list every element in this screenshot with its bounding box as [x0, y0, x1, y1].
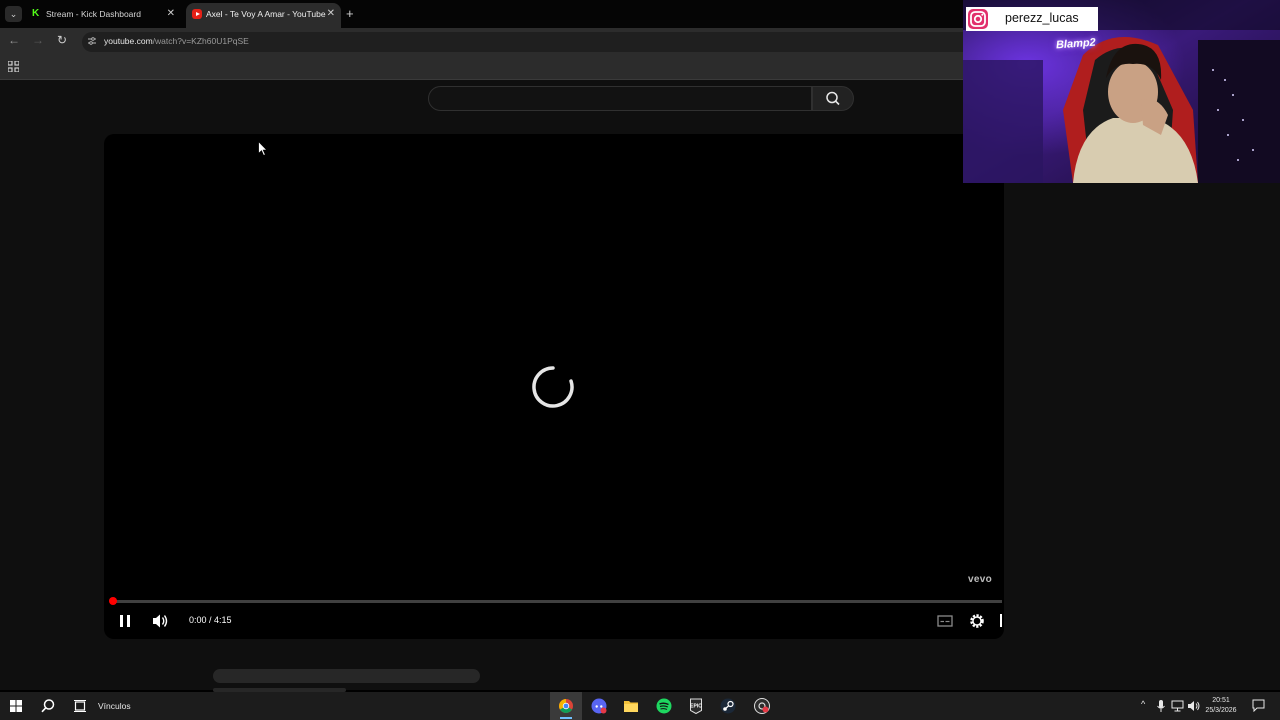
chrome-icon[interactable]: [557, 697, 575, 715]
close-tab-icon[interactable]: ✕: [167, 3, 175, 25]
time-display: 0:00 / 4:15: [189, 615, 232, 625]
subtitles-icon[interactable]: [936, 612, 954, 630]
steam-icon[interactable]: [719, 697, 737, 715]
title-placeholder: [213, 669, 480, 683]
new-tab-button[interactable]: +: [346, 6, 354, 21]
epic-games-icon[interactable]: EPIC: [687, 697, 705, 715]
site-info-icon[interactable]: [88, 37, 96, 45]
kick-favicon-icon: K: [32, 8, 40, 19]
apps-grid-icon[interactable]: [8, 61, 19, 72]
tab-youtube[interactable]: Axel - Te Voy A Amar - YouTube ✕: [186, 3, 341, 28]
tab-title: Axel - Te Voy A Amar - YouTube: [206, 9, 326, 19]
progress-scrubber[interactable]: [109, 597, 117, 605]
tab-kick-dashboard[interactable]: K Stream - Kick Dashboard ✕: [26, 3, 181, 28]
file-explorer-icon[interactable]: [622, 697, 640, 715]
close-tab-icon[interactable]: ✕: [327, 3, 335, 25]
search-button[interactable]: [812, 86, 854, 111]
instagram-handle: perezz_lucas: [1005, 11, 1079, 25]
chrome-running-indicator: [560, 717, 572, 719]
obs-app-icon[interactable]: [753, 697, 771, 715]
instagram-icon: [966, 7, 990, 31]
pause-button[interactable]: [117, 612, 133, 630]
task-view-icon[interactable]: [71, 697, 89, 715]
vevo-watermark: vevo: [968, 574, 992, 585]
back-button[interactable]: ←: [7, 33, 21, 47]
bookmarks-bar: [0, 55, 963, 80]
search-icon: [826, 91, 840, 106]
taskbar-search-label[interactable]: Vínculos: [98, 701, 131, 711]
discord-icon[interactable]: [590, 697, 608, 715]
volume-icon[interactable]: [150, 612, 170, 630]
fullscreen-button[interactable]: [1000, 614, 1002, 627]
url-host: youtube.com: [104, 36, 153, 46]
svg-text:EPIC: EPIC: [690, 704, 702, 710]
clock-date: 25/3/2026: [1205, 707, 1237, 714]
tray-overflow-icon[interactable]: ^: [1141, 699, 1145, 709]
clock-time: 20:51: [1212, 697, 1230, 704]
taskbar: [0, 692, 1280, 720]
url-path: /watch?v=KZh60U1PqSE: [152, 36, 249, 46]
spotify-icon[interactable]: [655, 697, 673, 715]
forward-button[interactable]: →: [31, 33, 45, 47]
settings-gear-icon[interactable]: [968, 612, 986, 630]
tab-title: Stream - Kick Dashboard: [46, 9, 141, 19]
reload-button[interactable]: ↻: [55, 33, 69, 47]
mouse-cursor-icon: [258, 141, 268, 157]
taskbar-clock[interactable]: 20:51 25/3/2026: [1198, 696, 1244, 716]
network-icon[interactable]: [1171, 700, 1184, 712]
url-text[interactable]: youtube.com/watch?v=KZh60U1PqSE: [104, 36, 249, 46]
youtube-favicon-icon: [192, 9, 202, 19]
microphone-icon[interactable]: [1156, 699, 1166, 713]
loading-spinner-icon: [532, 366, 574, 408]
search-icon[interactable]: [39, 697, 57, 715]
search-input[interactable]: [428, 86, 812, 111]
tab-search-button[interactable]: ⌄: [5, 6, 22, 22]
windows-start-icon[interactable]: [7, 697, 25, 715]
progress-bar[interactable]: [112, 600, 1002, 603]
notifications-icon[interactable]: [1252, 699, 1265, 712]
